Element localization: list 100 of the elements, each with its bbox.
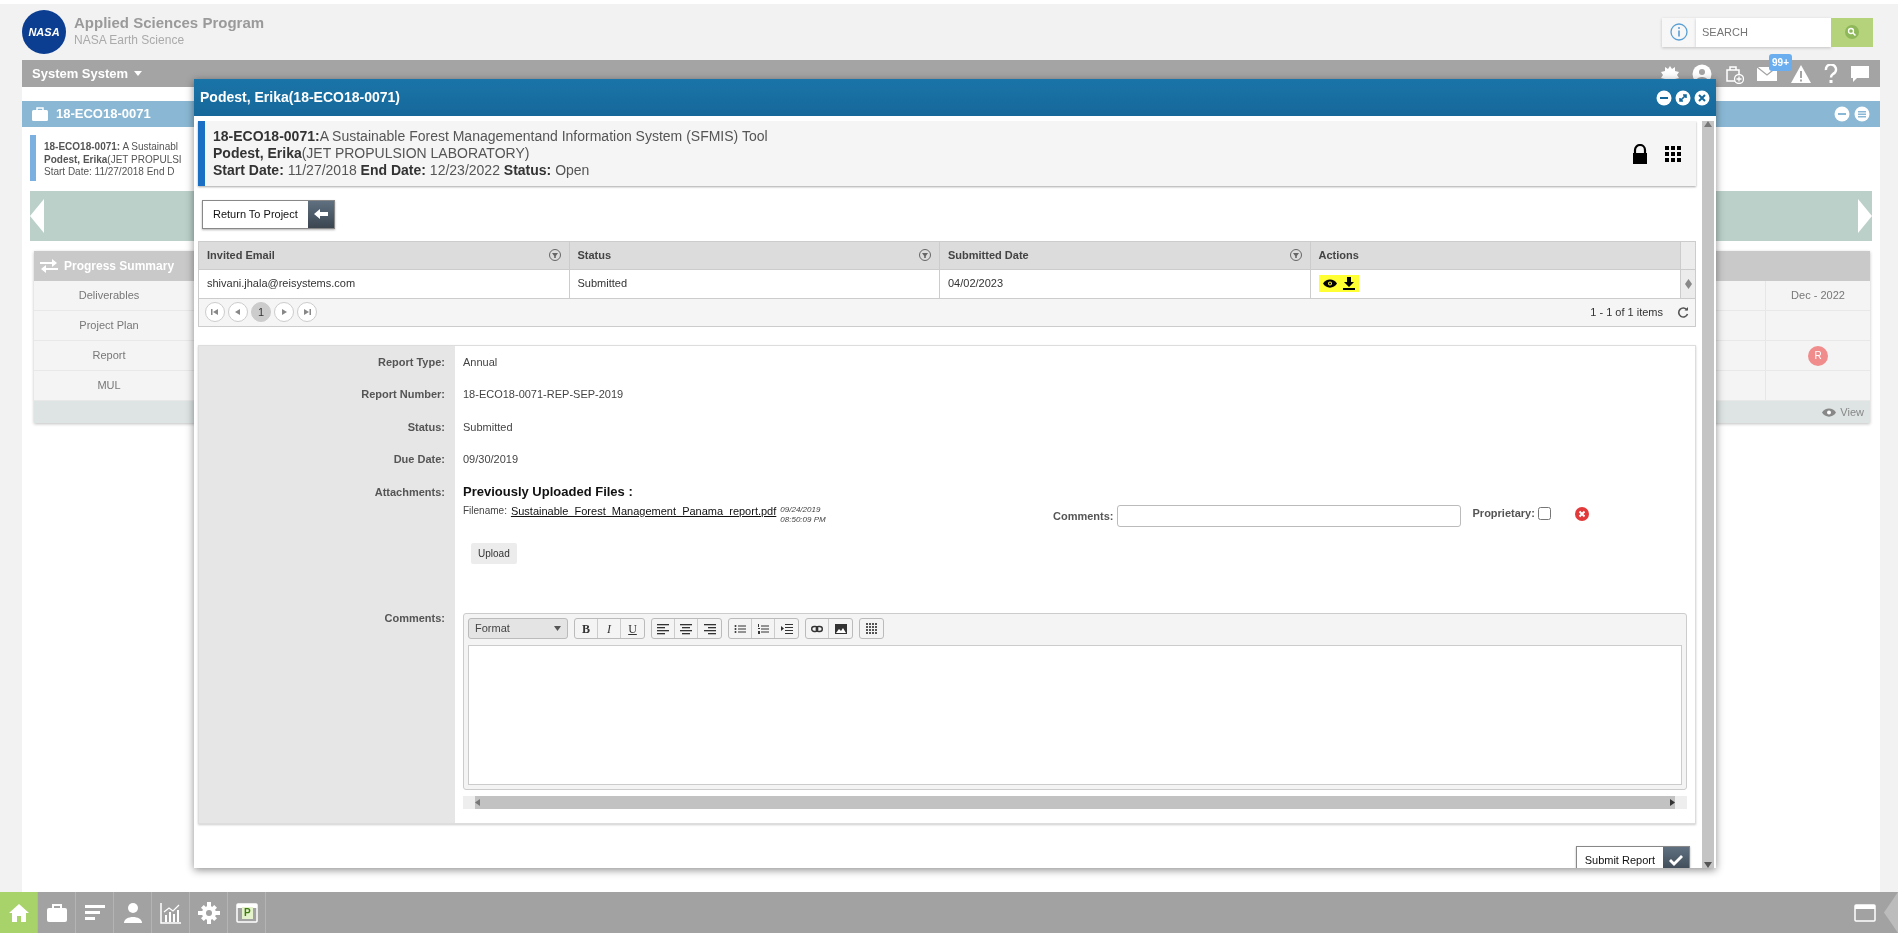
collapse-icon[interactable] <box>1834 106 1850 122</box>
image-icon[interactable] <box>834 622 847 635</box>
field-label: Report Number: <box>199 378 455 411</box>
check-icon <box>1669 854 1683 866</box>
notification-badge: 99+ <box>1769 53 1792 71</box>
filter-icon[interactable] <box>919 249 931 261</box>
underline-button[interactable]: U <box>621 619 644 639</box>
field-value: Annual <box>462 354 499 370</box>
field-value: 09/30/2019 <box>462 452 520 467</box>
field-value: 18-ECO18-0071-REP-SEP-2019 <box>462 387 625 402</box>
site-subtitle: NASA Earth Science <box>74 32 186 50</box>
format-dropdown[interactable]: Format <box>468 618 568 640</box>
file-link[interactable]: Sustainable_Forest_Management_Panama_report.pdf <box>510 505 777 519</box>
menu-icon[interactable] <box>1854 106 1870 122</box>
period-label: Dec - 2022 <box>1791 288 1845 304</box>
bullet-list-icon[interactable] <box>734 622 746 635</box>
nasa-logo[interactable]: NASA <box>22 10 66 54</box>
dialog-title: Podest, Erika(18-ECO18-0071) <box>200 88 400 107</box>
filename-label: Filename: <box>463 505 507 518</box>
row-label: MUL <box>96 378 122 394</box>
briefcase-icon[interactable] <box>45 901 68 924</box>
upload-button[interactable]: Upload <box>471 543 517 565</box>
comments-field[interactable] <box>1116 505 1461 528</box>
site-title: Applied Sciences Program <box>74 14 265 32</box>
previous-page-button[interactable] <box>228 302 248 322</box>
bag-plus-icon[interactable] <box>1724 63 1744 84</box>
scrollbar[interactable] <box>1681 269 1695 298</box>
scroll-down-icon[interactable] <box>1684 283 1692 289</box>
indent-icon[interactable] <box>780 622 793 635</box>
settings-icon[interactable] <box>197 901 220 924</box>
filter-icon[interactable] <box>548 249 561 261</box>
caret-icon <box>554 626 561 632</box>
report-dialog[interactable] <box>194 79 1716 868</box>
row-label: Deliverables <box>77 288 141 304</box>
align-right-icon[interactable] <box>703 622 716 635</box>
italic-button[interactable]: I <box>598 619 621 639</box>
last-page-button[interactable] <box>297 302 317 322</box>
search-icon <box>1844 24 1860 40</box>
grid-icon[interactable] <box>1664 144 1682 163</box>
align-center-icon[interactable] <box>680 622 692 635</box>
filter-icon[interactable] <box>1289 249 1302 261</box>
table-cell-text: 04/02/2023 <box>948 276 1004 292</box>
field-label: Report Type: <box>199 345 455 378</box>
swap-arrows-icon <box>40 258 58 274</box>
comments-label: Comments: <box>1053 508 1114 524</box>
scroll-down-icon[interactable] <box>1704 862 1712 868</box>
field-label: Attachments: <box>199 475 455 603</box>
window-icon[interactable] <box>235 901 258 924</box>
last-page-icon <box>303 308 311 316</box>
project-info-line: Podest, Erika(JET PROPULSION LABORATORY) <box>213 145 531 162</box>
lock-icon[interactable] <box>1632 143 1648 164</box>
refresh-icon[interactable] <box>1677 306 1689 318</box>
chart-icon[interactable] <box>159 901 182 924</box>
summary-line: 18-ECO18-0071: A Sustainabl <box>44 141 179 154</box>
return-button[interactable]: Return To Project <box>202 200 335 229</box>
submit-button[interactable]: Submit Report <box>1575 846 1690 868</box>
row-label: Report <box>91 348 127 364</box>
field-label: Due Date: <box>199 443 455 476</box>
delete-icon[interactable] <box>1574 507 1589 522</box>
proprietary-label: Proprietary: <box>1472 506 1535 522</box>
column-header: Status <box>577 247 612 263</box>
warning-icon[interactable] <box>1790 63 1812 84</box>
numbered-list-icon[interactable] <box>757 622 769 635</box>
proprietary-checkbox[interactable] <box>1537 506 1551 520</box>
table-icon[interactable] <box>865 622 878 635</box>
portal-label: P <box>242 907 253 919</box>
eye-icon <box>1822 407 1837 417</box>
align-left-icon[interactable] <box>657 622 669 635</box>
minimize-icon[interactable] <box>1656 89 1672 106</box>
person-icon[interactable] <box>121 901 144 924</box>
scroll-left-icon[interactable] <box>475 799 480 807</box>
caret-icon <box>134 71 143 76</box>
summary-line: Start Date: 11/27/2018 End D <box>44 166 176 179</box>
report-marker: R <box>1808 345 1828 366</box>
chat-icon[interactable] <box>1850 64 1870 83</box>
eye-icon[interactable] <box>1322 279 1337 288</box>
close-icon[interactable] <box>1694 89 1710 106</box>
help-icon[interactable] <box>1824 63 1838 84</box>
scroll-right-icon[interactable] <box>1670 799 1675 807</box>
column-header: Invited Email <box>207 247 275 263</box>
scroll-up-icon[interactable] <box>1704 121 1712 127</box>
next-page-icon <box>280 308 288 316</box>
maximize-icon[interactable] <box>1675 89 1691 106</box>
bold-button[interactable]: B <box>575 619 598 639</box>
row-label: Project Plan <box>78 318 140 334</box>
first-page-icon <box>211 308 219 316</box>
download-icon[interactable] <box>1342 277 1355 290</box>
window-icon[interactable] <box>1854 902 1876 923</box>
table-cell-text: Submitted <box>577 276 628 292</box>
first-page-button[interactable] <box>205 302 225 322</box>
next-page-button[interactable] <box>274 302 294 322</box>
attachments-heading: Previously Uploaded Files : <box>463 483 634 500</box>
search-button[interactable] <box>1831 17 1873 47</box>
info-icon[interactable] <box>1670 23 1688 41</box>
back-arrow-icon <box>313 209 328 220</box>
search-field[interactable]: SEARCH <box>1696 17 1831 47</box>
project-info-line: 18-ECO18-0071:A Sustainable Forest Managementand Information System (SFMIS) Tool <box>213 128 768 146</box>
page-button[interactable]: 1 <box>251 302 271 322</box>
scroll-up-icon[interactable] <box>1684 278 1692 284</box>
column-header: Actions <box>1318 247 1359 263</box>
